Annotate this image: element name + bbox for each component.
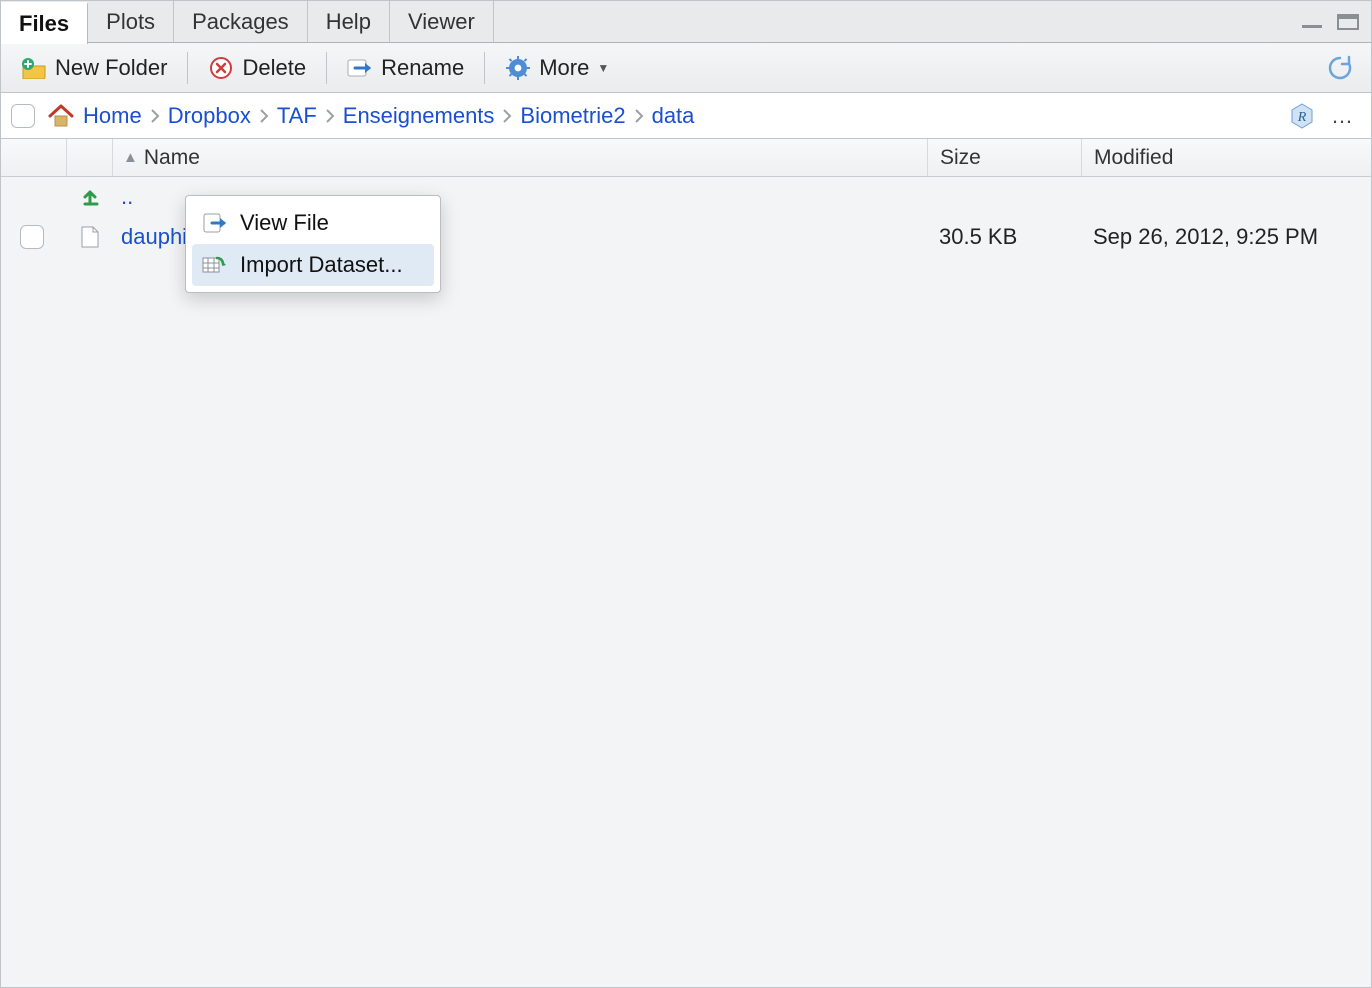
header-icon-col [67, 139, 113, 176]
view-file-icon [202, 212, 228, 234]
import-dataset-icon [202, 254, 228, 276]
breadcrumb-more-button[interactable]: … [1325, 103, 1361, 129]
breadcrumb-item[interactable]: Biometrie2 [520, 103, 625, 129]
breadcrumb-item[interactable]: Dropbox [168, 103, 251, 129]
name-column-header[interactable]: ▲ Name [113, 146, 927, 170]
file-size: 30.5 KB [927, 224, 1081, 250]
size-column-label: Size [940, 146, 981, 170]
context-import-dataset-label: Import Dataset... [240, 252, 403, 278]
breadcrumb-home[interactable]: Home [83, 103, 142, 129]
rename-button[interactable]: Rename [337, 51, 474, 85]
files-toolbar: New Folder Delete Rename [1, 43, 1371, 93]
modified-column-label: Modified [1094, 146, 1173, 170]
tab-plots[interactable]: Plots [88, 1, 174, 42]
chevron-right-icon [634, 108, 644, 124]
delete-label: Delete [242, 55, 306, 81]
toolbar-sep [187, 52, 188, 84]
select-all-checkbox[interactable] [11, 104, 35, 128]
rename-icon [347, 55, 373, 81]
rename-label: Rename [381, 55, 464, 81]
breadcrumb: Home Dropbox TAF Enseignements Biometrie… [1, 93, 1371, 139]
chevron-right-icon [325, 108, 335, 124]
more-menu-button[interactable]: More ▼ [495, 51, 619, 85]
maximize-pane-icon[interactable] [1335, 12, 1361, 32]
up-folder-icon [79, 186, 101, 208]
refresh-icon [1327, 55, 1353, 81]
file-context-menu: View File Import Dataset... [185, 195, 441, 293]
breadcrumb-item[interactable]: Enseignements [343, 103, 495, 129]
more-label: More [539, 55, 589, 81]
breadcrumb-item[interactable]: data [652, 103, 695, 129]
size-column-header[interactable]: Size [927, 139, 1081, 176]
delete-button[interactable]: Delete [198, 51, 316, 85]
dropdown-caret-icon: ▼ [597, 61, 609, 75]
new-folder-button[interactable]: New Folder [11, 51, 177, 85]
context-import-dataset[interactable]: Import Dataset... [192, 244, 434, 286]
name-column-label: Name [144, 146, 200, 170]
svg-text:R: R [1297, 110, 1307, 125]
sort-asc-icon: ▲ [123, 149, 138, 166]
minimize-pane-icon[interactable] [1299, 12, 1325, 32]
toolbar-sep [326, 52, 327, 84]
file-modified: Sep 26, 2012, 9:25 PM [1081, 224, 1371, 250]
row-checkbox[interactable] [20, 225, 44, 249]
chevron-right-icon [502, 108, 512, 124]
tab-packages[interactable]: Packages [174, 1, 308, 42]
file-list: .. dauphin.xls 30.5 KB Sep 26, 2012, 9:2… [1, 177, 1371, 987]
context-view-file[interactable]: View File [192, 202, 434, 244]
home-icon[interactable] [47, 103, 75, 129]
pane-tabs: Files Plots Packages Help Viewer [1, 1, 1371, 43]
breadcrumb-item[interactable]: TAF [277, 103, 317, 129]
header-check-col [1, 139, 67, 176]
modified-column-header[interactable]: Modified [1081, 139, 1371, 176]
tab-help[interactable]: Help [308, 1, 390, 42]
toolbar-sep [484, 52, 485, 84]
tab-files[interactable]: Files [1, 2, 88, 44]
chevron-right-icon [150, 108, 160, 124]
new-folder-label: New Folder [55, 55, 167, 81]
tab-viewer[interactable]: Viewer [390, 1, 494, 42]
file-list-header: ▲ Name Size Modified [1, 139, 1371, 177]
delete-icon [208, 55, 234, 81]
refresh-button[interactable] [1319, 51, 1361, 85]
new-folder-icon [21, 55, 47, 81]
gear-icon [505, 55, 531, 81]
chevron-right-icon [259, 108, 269, 124]
r-project-icon[interactable]: R [1287, 101, 1317, 131]
file-icon [80, 225, 100, 249]
context-view-file-label: View File [240, 210, 329, 236]
